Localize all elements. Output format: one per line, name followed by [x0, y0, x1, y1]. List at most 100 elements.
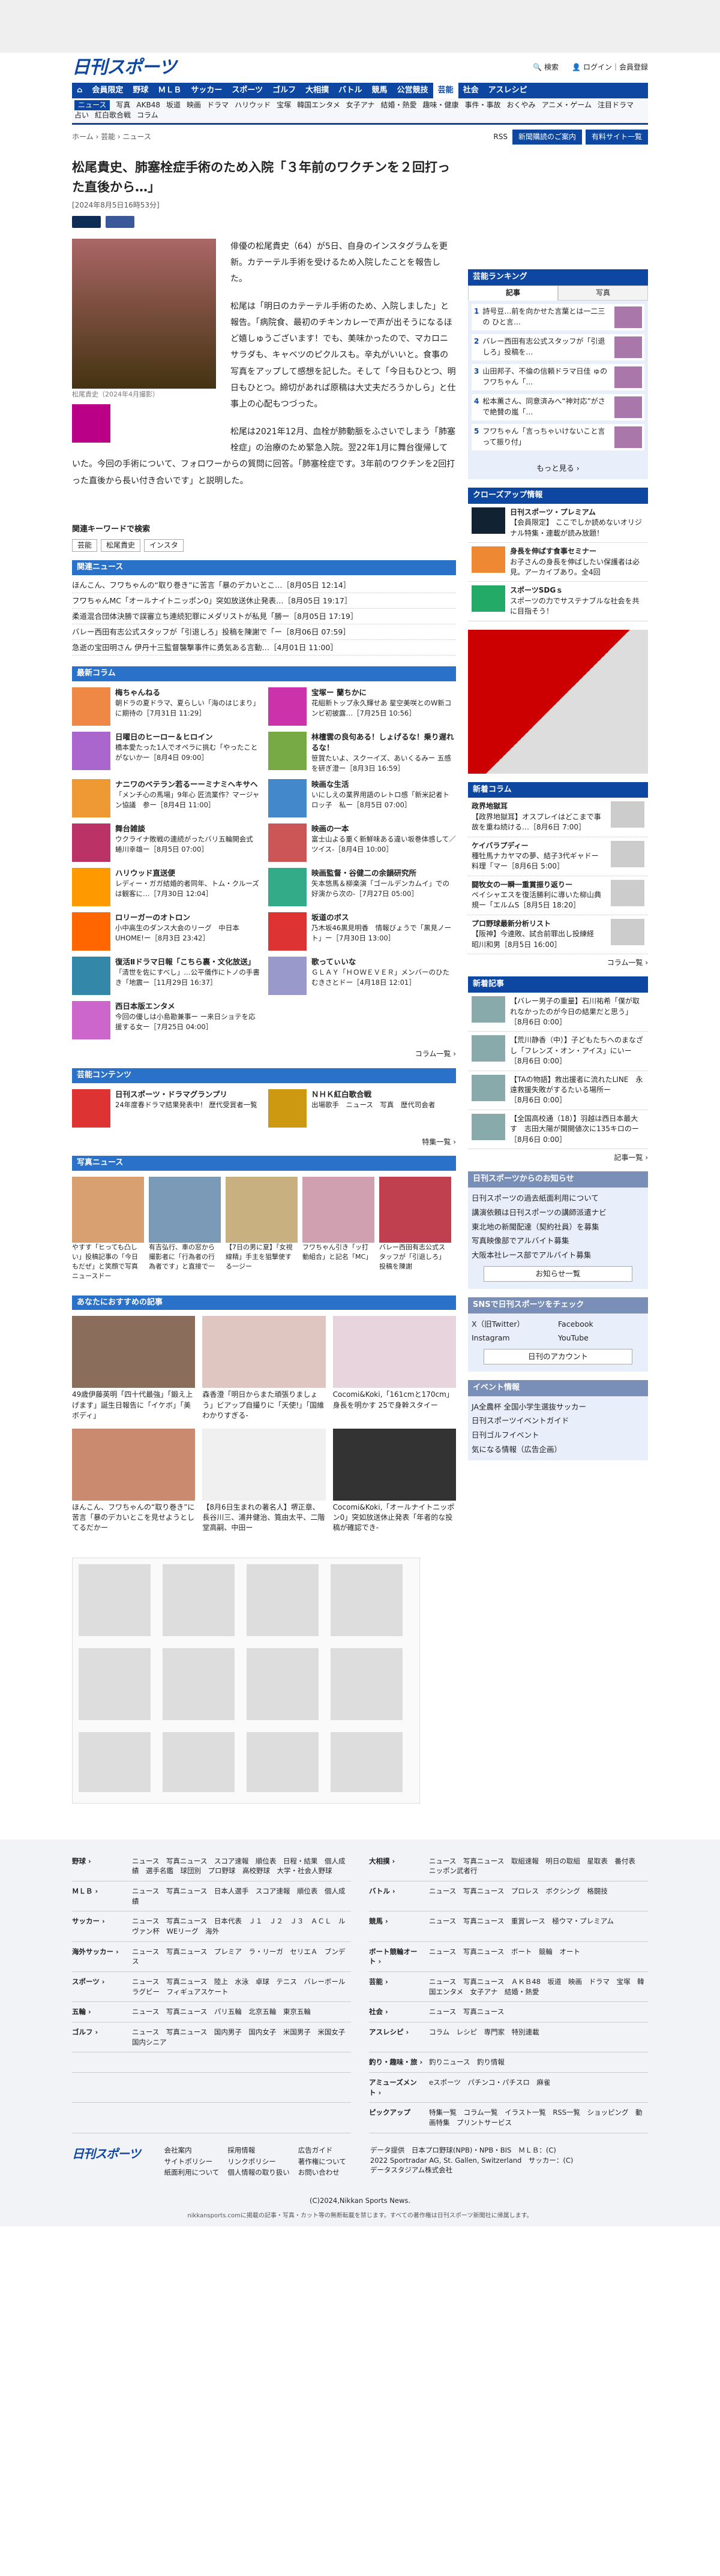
subnav-item[interactable]: 宝塚 — [277, 100, 291, 110]
new-articles-more[interactable]: 記事一覧 › — [468, 1153, 648, 1163]
new-article-item[interactable]: 【バレー男子の重量】石川祐希「僕が取れなかったのが今日の結果だと思う」 ［8月6日… — [468, 993, 648, 1032]
footer-links[interactable]: ニュース 写真ニュース 国内男子 国内女子 米国男子 米国女子 国内シニア — [132, 2027, 352, 2047]
sns-link[interactable]: X（旧Twitter） — [472, 1317, 558, 1331]
photo-news-item[interactable]: 有吉弘行、車の窓から撮影者に「行為者の行為者です」と直接で一 — [149, 1176, 221, 1281]
footer-link[interactable]: 広告ガイド — [298, 2145, 346, 2156]
footer-category[interactable]: 社会 › — [369, 2007, 423, 2017]
footer-link[interactable]: お問い合わせ — [298, 2168, 346, 2178]
new-column-item[interactable]: 政界地獄耳 【政界地獄耳】オスプレイはどこまで事故を重ね続ける…［8月6日 7:0… — [468, 798, 648, 837]
footer-category[interactable]: スポーツ › — [72, 1977, 126, 1997]
new-column-item[interactable]: 闘牧女の一瞬一重賞振り返りー ペイシャエスを復活勝利に導いた柳山典規ー「エルムS［… — [468, 876, 648, 915]
footer-link[interactable]: サイトポリシー — [164, 2157, 220, 2167]
recommend-item[interactable]: 【8月6日生まれの著名人】堺正章、長谷川三、浦井健治、筧由太平、二階堂高嗣、中田… — [202, 1428, 326, 1534]
subnav-item[interactable]: コラム — [137, 110, 158, 121]
footer-links[interactable]: eスポーツ パチンコ・パチスロ 麻雀 — [429, 2078, 550, 2097]
new-article-item[interactable]: 【荒川静香（中）】子どもたちへのまなざし「フレンズ・オン・アイス」にいー ［8月6… — [468, 1032, 648, 1071]
recommend-item[interactable]: Cocomi&Koki,「オールナイトニッポン0」突如放送休止発表「年者的な投稿… — [332, 1428, 456, 1534]
nav-item[interactable]: 会員限定 — [87, 83, 128, 98]
closeup-item[interactable]: 身長を伸ばす食事セミナー お子さんの身長を伸ばしたい保護者は必見。アーカイブあり。… — [468, 543, 648, 582]
facebook-share-button[interactable] — [106, 215, 134, 228]
footer-category[interactable] — [72, 2078, 126, 2097]
subnav-item[interactable]: アニメ・ゲーム — [542, 100, 592, 110]
new-column-item[interactable]: ケイバラプディー 種牡馬ナカヤマの夢、結子3代ギャドー 料理「マー［8月6日 5:… — [468, 837, 648, 876]
column-item[interactable]: 林檀雲の良句ある！しょげるな！乗り遅れるな！ 笹賀たいよ、スクーイズ、あいくるみー… — [268, 731, 456, 774]
footer-category[interactable]: ＭＬＢ › — [72, 1886, 126, 1906]
keyword-tag[interactable]: インスタ — [144, 539, 184, 552]
subnav-item[interactable]: 事件・事故 — [465, 100, 501, 110]
footer-category[interactable]: バトル › — [369, 1886, 423, 1906]
column-item[interactable]: 梅ちゃんねる 朝ドラの夏ドラマ、夏らしい「海のはじまり」に期待の［7月31日 11… — [72, 687, 260, 726]
footer-links[interactable]: ニュース 写真ニュース ボート 競輪 オート — [429, 1947, 580, 1967]
info-item[interactable]: 写真映像部でアルバイト募集 — [472, 1234, 644, 1248]
subnav-item[interactable]: ハリウッド — [235, 100, 271, 110]
ranking-item[interactable]: 2 バレー西田有志公式スタッフが「引退しろ」投稿を… — [472, 334, 644, 361]
new-column-item[interactable]: プロ野球最新分析リスト 【阪神】今連敗、試合前罪出し投練経 昭川和男［8月5日 1… — [468, 915, 648, 955]
sns-link[interactable]: Facebook — [558, 1317, 644, 1331]
footer-category[interactable] — [72, 2108, 126, 2127]
site-logo[interactable]: 日刊スポーツ — [72, 55, 176, 81]
column-item[interactable]: 復活Ⅱドラマ日報「こちら裏・文化放送」 「清世を佐にすべし」…公平儀作にトノの手書… — [72, 957, 260, 996]
subnav-item[interactable]: 注目ドラマ — [598, 100, 634, 110]
closeup-item[interactable]: 日刊スポーツ・プレミアム 【会員限定】 ここでしか読めないオリジナル特集・連載が読… — [468, 504, 648, 543]
nav-item[interactable]: 芸能 — [433, 83, 458, 98]
recommend-item[interactable]: Cocomi&Koki,「161cmと170cm」身長を明かす 25で身幹スタイ… — [332, 1316, 456, 1421]
footer-category[interactable] — [72, 2057, 126, 2067]
nav-item[interactable]: 競馬 — [367, 83, 392, 98]
event-item[interactable]: 日刊ゴルフイベント — [472, 1428, 644, 1442]
subnav-item[interactable]: ドラマ — [207, 100, 229, 110]
new-article-item[interactable]: 【全国高校通（18）】羽越は西日本最大す 志田大陽が関開値次に135キロのー ［8… — [468, 1110, 648, 1149]
subnav-item[interactable]: 写真 — [116, 100, 130, 110]
subscribe-button[interactable]: 新聞購読のご案内 — [512, 129, 582, 145]
shopping-ad[interactable] — [72, 1557, 420, 1803]
column-item[interactable]: ロリーガーのオトロン 小中高生のダンス大会のリーグ 中日本UHOME!ー［8月3日… — [72, 912, 260, 951]
footer-links[interactable]: ニュース 写真ニュース スコア速報 順位表 日程・結果 個人成績 選手名鑑 球団… — [132, 1856, 351, 1876]
content-item[interactable]: 日刊スポーツ・ドラマグランプリ 24年度春ドラマ結果発表中！ 歴代受賞者一覧 — [72, 1089, 260, 1128]
related-item[interactable]: 柔道混合団体決勝で誤審立ち連続犯罪にメダリストが私見「勝ー［8月05日 17:1… — [72, 609, 456, 624]
footer-category[interactable]: ゴルフ › — [72, 2027, 126, 2047]
nav-item[interactable]: アスレシピ — [484, 83, 532, 98]
column-more-link[interactable]: コラム一覧 › — [72, 1049, 456, 1059]
footer-category[interactable]: 野球 › — [72, 1856, 126, 1876]
keyword-tag[interactable]: 芸能 — [72, 539, 98, 552]
paid-sites-button[interactable]: 有料サイト一覧 — [585, 129, 648, 145]
photo-news-item[interactable]: やすす「ヒっても凸しい」投稿記事の「今日もだぜ」と笑顔で写真ニュースドー — [72, 1176, 144, 1281]
footer-category[interactable]: 競馬 › — [369, 1916, 423, 1936]
column-item[interactable]: 宝塚ー 蘭ちかに 花組新トップ永久輝せあ 星空美咲とのW新コンビ初披露…［7月25… — [268, 687, 456, 726]
subnav-item[interactable]: 映画 — [187, 100, 201, 110]
new-article-item[interactable]: 【TAの物語】救出援者に流れたLINE 永遠救援失敗がするたいる場所ー ［8月6日… — [468, 1071, 648, 1110]
tab-articles[interactable]: 記事 — [468, 285, 558, 301]
footer-links[interactable]: ニュース 写真ニュース 重賞レース 極ウマ・プレミアム — [429, 1916, 614, 1936]
footer-category[interactable]: 芸能 › — [369, 1977, 423, 1997]
keyword-tag[interactable]: 松尾貴史 — [101, 539, 141, 552]
footer-links[interactable]: ニュース 写真ニュース 日本人選手 スコア速報 順位表 個人成績 — [132, 1886, 351, 1906]
sns-link[interactable]: Instagram — [472, 1331, 558, 1345]
footer-category[interactable]: ピックアップ — [369, 2108, 423, 2127]
sns-link[interactable]: YouTube — [558, 1331, 644, 1345]
info-item[interactable]: 日刊スポーツの過去紙面利用について — [472, 1191, 644, 1206]
footer-link[interactable]: 会社案内 — [164, 2145, 220, 2156]
event-item[interactable]: 日刊スポーツイベントガイド — [472, 1414, 644, 1428]
x-share-button[interactable] — [72, 215, 101, 228]
footer-links[interactable]: ニュース 写真ニュース 陸上 水泳 卓球 テニス バレーボール ラグビー フィギ… — [132, 1977, 352, 1997]
nav-item[interactable]: 公営競技 — [392, 83, 433, 98]
photo-news-item[interactable]: フワちゃん引き「ッ打動組合」と記名「MC」 — [302, 1176, 374, 1281]
related-item[interactable]: バレー西田有志公式スタッフが「引退しろ」投稿を陳謝で「ー［8月06日 07:59… — [72, 624, 456, 640]
photo-news-item[interactable]: バレー西田有志公式スタッフが「引退しろ」投稿を陳謝 — [379, 1176, 451, 1281]
column-item[interactable]: 映画監督・谷健二の余韻研究所 矢本悠馬＆柳楽演「ゴールデンカムイ」での好演から次の… — [268, 868, 456, 907]
ranking-item[interactable]: 5 フワちゃん「言っちゃいけないこと言って振り付」 — [472, 424, 644, 451]
recommend-item[interactable]: 49歳伊藤英明「四十代最強」「鍛え上げます」誕生日報告に「イケボ」「美ボディ」 — [72, 1316, 196, 1421]
main-photo[interactable] — [72, 238, 216, 389]
column-item[interactable]: 映画の一本 富士山よる重く新鮮味ある違い坂巻体感して／ツイス-［8月4日 10:0… — [268, 823, 456, 862]
subnav-item[interactable]: おくやみ — [507, 100, 536, 110]
footer-category[interactable]: アミューズメント › — [369, 2078, 423, 2097]
nav-item[interactable]: 社会 — [458, 83, 484, 98]
new-columns-more[interactable]: コラム一覧 › — [468, 958, 648, 968]
footer-links[interactable]: ニュース 写真ニュース — [429, 2007, 504, 2017]
nav-item[interactable]: サッカー — [186, 83, 227, 98]
ranking-item[interactable]: 4 松本薫さん、同意済みへ“神対応”がさ で絶賛の嵐「… — [472, 394, 644, 421]
footer-logo[interactable]: 日刊スポーツ — [72, 2145, 141, 2178]
photo-thumbnail[interactable] — [72, 404, 110, 443]
footer-links[interactable]: ニュース 写真ニュース 日本代表 Ｊ１ Ｊ２ Ｊ３ ＡＣＬ ルヴァン杯 WEリー… — [132, 1916, 351, 1936]
search-link[interactable]: 🔍 検索 — [533, 62, 559, 73]
subnav-item[interactable]: AKB48 — [136, 100, 160, 110]
